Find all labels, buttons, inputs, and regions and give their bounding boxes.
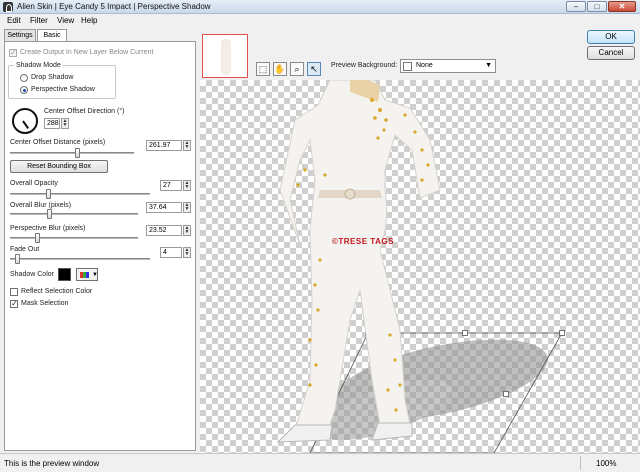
maximize-button[interactable]: □	[587, 1, 607, 12]
fade-out-input[interactable]: 4	[160, 247, 182, 258]
overall-blur-slider[interactable]	[10, 209, 138, 219]
color-palette-dropdown[interactable]: ▼	[76, 268, 98, 281]
close-button[interactable]: ✕	[608, 1, 636, 12]
preview-window[interactable]	[200, 80, 640, 453]
fade-out-spinner[interactable]: ▲ ▼	[183, 247, 191, 258]
chevron-down-icon: ▼	[485, 62, 492, 69]
perspective-shadow	[318, 339, 548, 441]
hand-tool-icon[interactable]: ✋	[273, 62, 287, 76]
drop-shadow-radio[interactable]	[20, 74, 28, 82]
perspective-blur-spinner[interactable]: ▲ ▼	[183, 225, 191, 236]
tab-settings[interactable]: Settings	[4, 29, 36, 41]
center-offset-direction-input[interactable]: 288	[44, 118, 60, 129]
menu-edit[interactable]: Edit	[7, 16, 21, 25]
overall-blur-input[interactable]: 37.64	[146, 202, 182, 213]
mask-selection-checkbox[interactable]	[10, 299, 18, 308]
center-offset-distance-spinner[interactable]: ▲ ▼	[183, 140, 191, 151]
reflect-selection-color-checkbox[interactable]	[10, 288, 18, 296]
shadow-color-swatch[interactable]	[58, 268, 71, 281]
background-swatch-icon	[403, 62, 412, 71]
chevron-down-icon: ▼	[92, 272, 98, 278]
menu-filter[interactable]: Filter	[30, 16, 48, 25]
perspective-blur-slider[interactable]	[10, 233, 138, 243]
overall-blur-label: Overall Blur (pixels)	[10, 202, 72, 209]
slider-knob[interactable]	[46, 189, 51, 199]
ok-button[interactable]: OK	[587, 30, 635, 44]
window-title: Alien Skin | Eye Candy 5 Impact | Perspe…	[17, 2, 211, 11]
status-bar: This is the preview window 100%	[0, 453, 640, 472]
status-divider	[580, 456, 581, 470]
arrow-tool-icon[interactable]: ↖	[307, 62, 321, 76]
minimize-button[interactable]: –	[566, 1, 586, 12]
menu-help[interactable]: Help	[81, 16, 97, 25]
center-offset-distance-label: Center Offset Distance (pixels)	[10, 139, 106, 146]
preview-background-select[interactable]: None ▼	[400, 59, 496, 73]
reset-bounding-box-button[interactable]: Reset Bounding Box	[10, 160, 108, 173]
zoom-level: 100%	[596, 459, 617, 468]
overall-blur-spinner[interactable]: ▲ ▼	[183, 202, 191, 213]
create-output-label: Create Output In New Layer Below Current	[20, 49, 154, 56]
center-offset-distance-slider[interactable]	[10, 148, 134, 158]
overall-opacity-input[interactable]: 27	[160, 180, 182, 191]
overall-opacity-spinner[interactable]: ▲ ▼	[183, 180, 191, 191]
palette-grid-icon	[80, 272, 89, 278]
drop-shadow-label: Drop Shadow	[31, 74, 74, 81]
slider-knob[interactable]	[47, 209, 52, 219]
center-offset-distance-input[interactable]: 261.97	[146, 140, 182, 151]
overall-opacity-slider[interactable]	[10, 189, 150, 199]
slider-knob[interactable]	[15, 254, 20, 264]
perspective-shadow-radio[interactable]	[20, 86, 28, 94]
slider-knob[interactable]	[35, 233, 40, 243]
shadow-color-label: Shadow Color	[10, 271, 54, 278]
zoom-tool-icon[interactable]: ⌕	[290, 62, 304, 76]
status-message: This is the preview window	[4, 459, 100, 468]
direction-dial[interactable]	[12, 108, 38, 134]
center-offset-direction-spinner[interactable]: ▲ ▼	[61, 118, 69, 129]
overall-opacity-label: Overall Opacity	[10, 180, 58, 187]
cancel-button[interactable]: Cancel	[587, 46, 635, 60]
alien-skin-app-icon	[3, 2, 13, 12]
perspective-shadow-label: Perspective Shadow	[31, 86, 95, 93]
center-offset-direction-label: Center Offset Direction (°)	[44, 108, 125, 115]
title-bar: Alien Skin | Eye Candy 5 Impact | Perspe…	[0, 0, 640, 14]
preview-canvas	[276, 80, 565, 453]
selection-tool-icon[interactable]: ⬚	[256, 62, 270, 76]
fade-out-slider[interactable]	[10, 254, 150, 264]
perspective-blur-label: Perspective Blur (pixels)	[10, 225, 86, 232]
shadow-mode-title: Shadow Mode	[14, 62, 63, 69]
mask-selection-label: Mask Selection	[21, 300, 69, 307]
reflect-selection-color-label: Reflect Selection Color	[21, 288, 93, 295]
preview-background-label: Preview Background:	[331, 62, 398, 69]
navigator-thumbnail[interactable]	[202, 34, 248, 78]
create-output-checkbox[interactable]	[9, 48, 17, 57]
menu-bar: Edit Filter View Help	[0, 14, 640, 28]
slider-knob[interactable]	[75, 148, 80, 158]
perspective-blur-input[interactable]: 23.52	[146, 225, 182, 236]
fade-out-label: Fade Out	[10, 246, 40, 253]
preview-background-value: None	[416, 62, 433, 69]
watermark-text: ©TRESE TAGS	[332, 237, 394, 246]
menu-view[interactable]: View	[57, 16, 74, 25]
